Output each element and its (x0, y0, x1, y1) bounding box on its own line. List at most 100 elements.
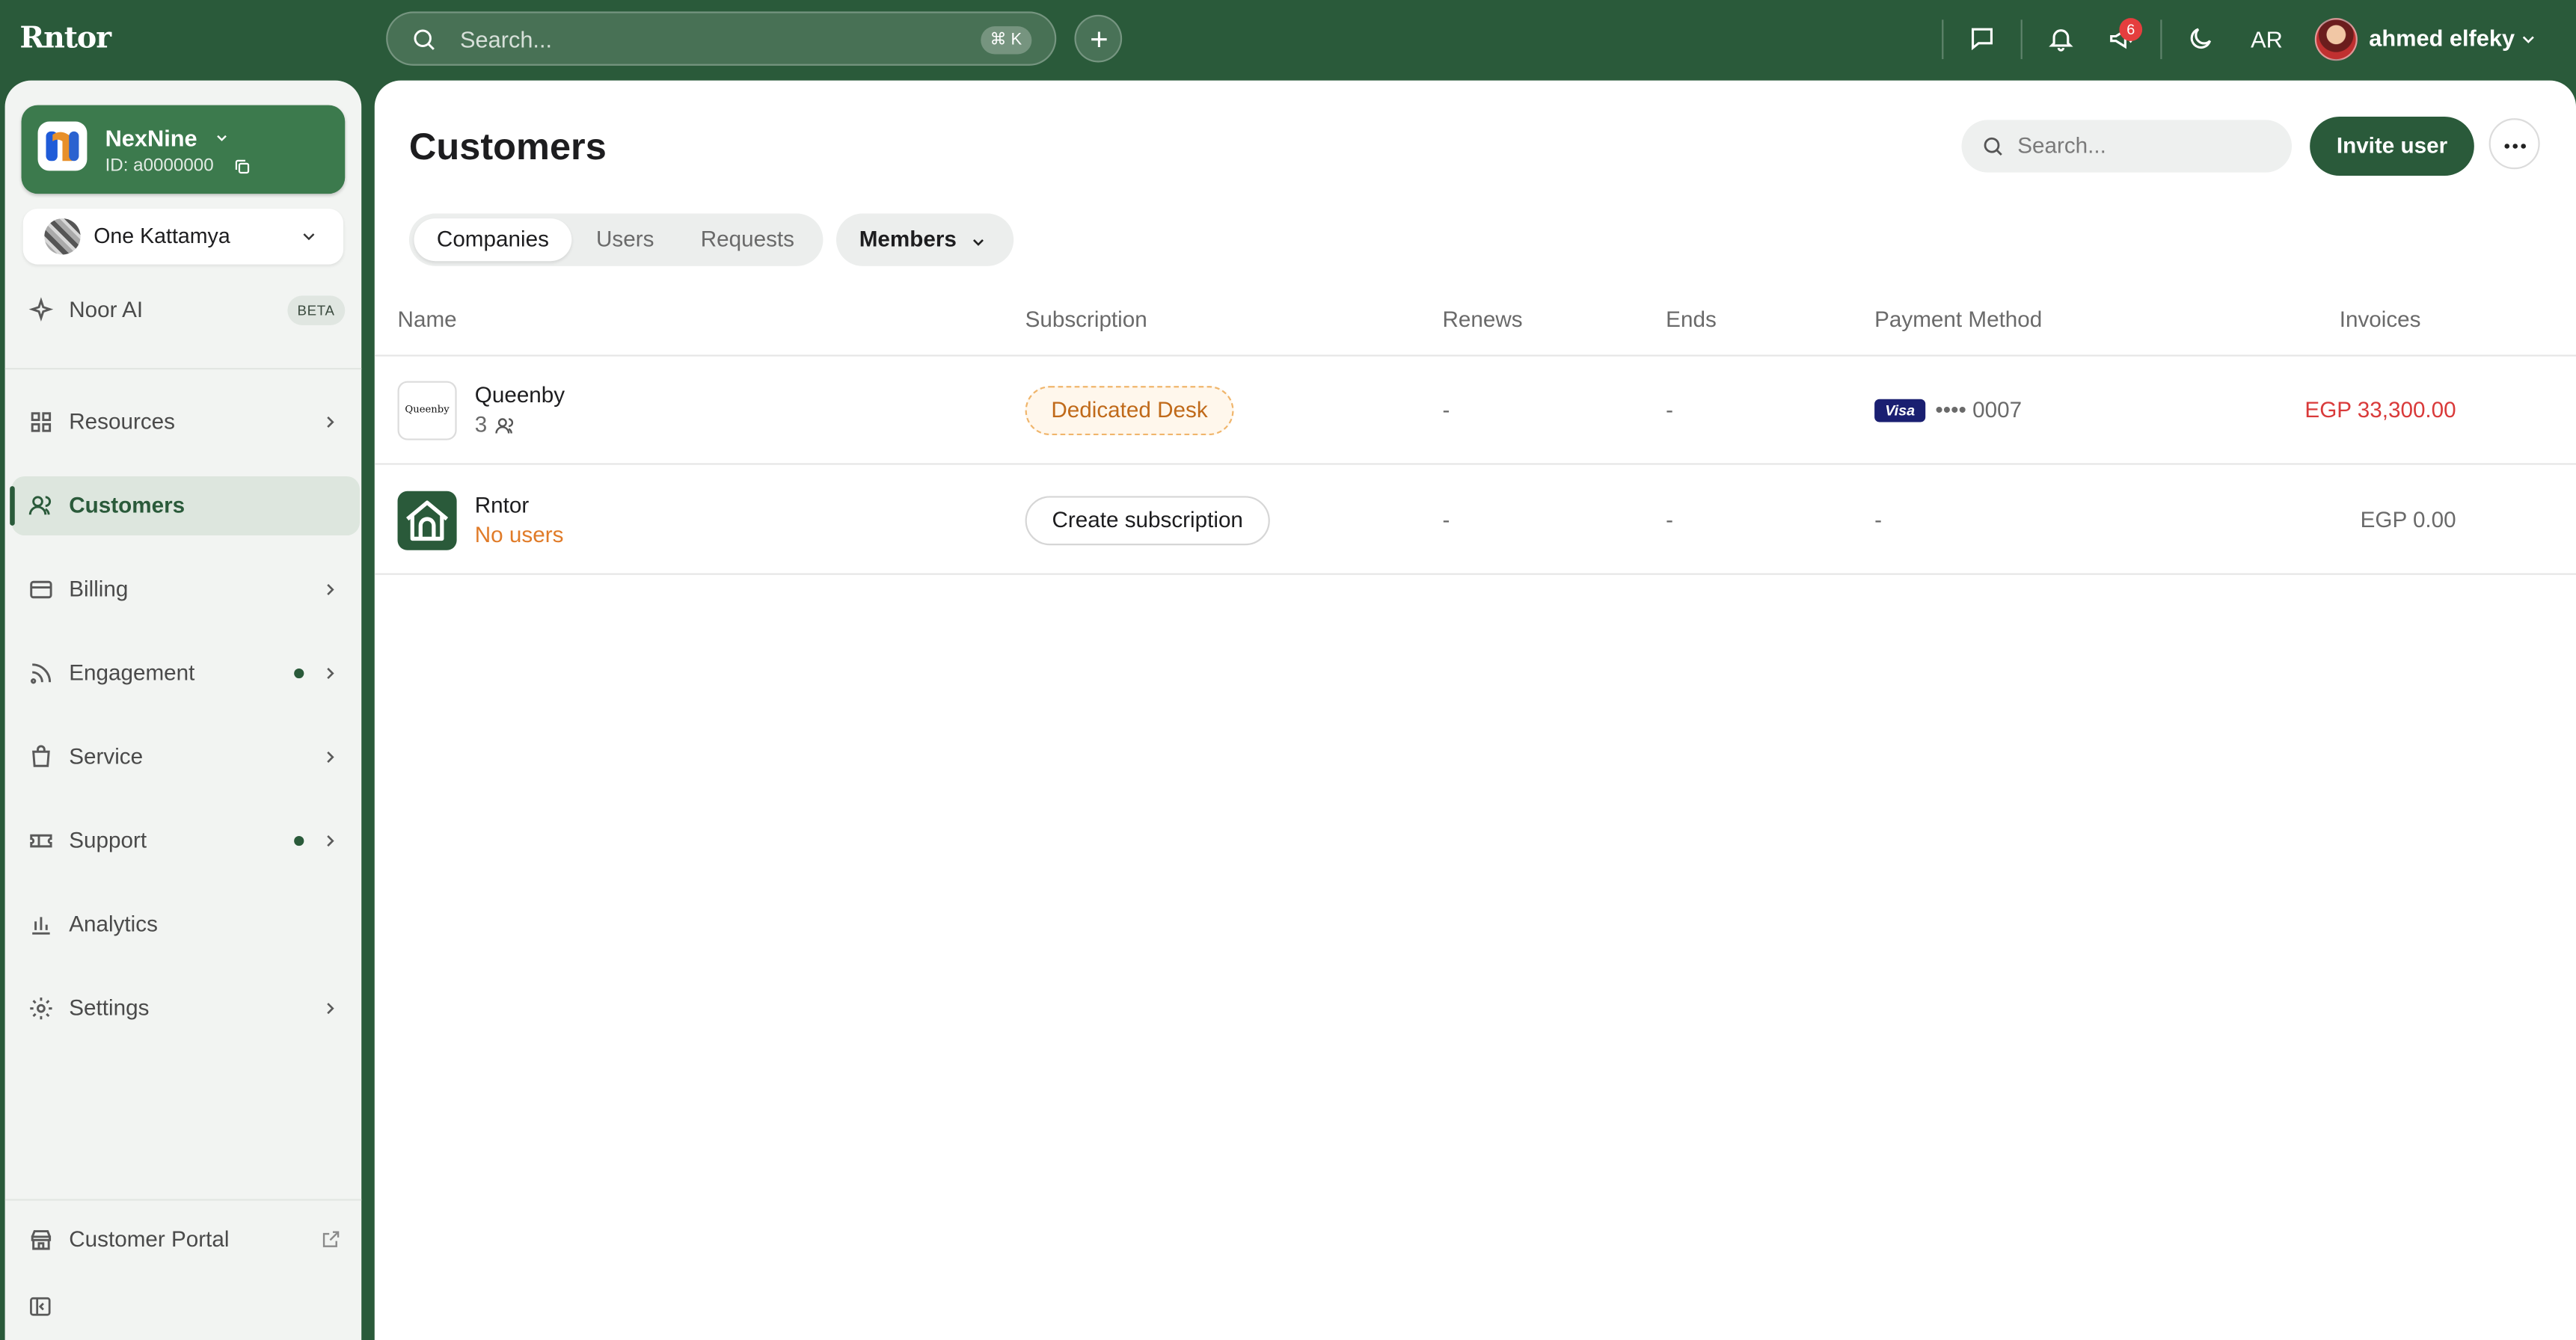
org-logo (37, 121, 88, 171)
org-name: NexNine (105, 124, 197, 152)
members-dropdown[interactable]: Members (835, 213, 1014, 266)
sidebar-item-label: Support (69, 828, 147, 852)
ends-value: - (1666, 507, 1674, 532)
sidebar-divider (4, 368, 362, 370)
chevron-down-icon[interactable] (2518, 30, 2538, 49)
company-name[interactable]: Queenby (475, 383, 565, 408)
language-switch[interactable]: AR (2251, 26, 2283, 52)
chevron-down-icon (303, 233, 315, 241)
sidebar-item-noor-ai[interactable]: Noor AI BETA (11, 281, 360, 340)
column-header-subscription[interactable]: Subscription (1025, 307, 1147, 332)
main-content: Customers Search... Invite user Companie… (374, 80, 2576, 1340)
topbar-divider (2020, 19, 2023, 60)
global-search-input[interactable]: Search... ⌘ K (386, 11, 1057, 66)
bell-icon[interactable] (2047, 25, 2075, 52)
sidebar-item-analytics[interactable]: Analytics (11, 895, 360, 954)
table-divider (374, 354, 2576, 357)
column-header-payment-method[interactable]: Payment Method (1874, 307, 2042, 332)
users-icon (495, 418, 514, 434)
sidebar-item-customer-portal[interactable]: Customer Portal (11, 1211, 360, 1270)
chat-icon[interactable] (1968, 25, 1996, 52)
sidebar-item-service[interactable]: Service (11, 728, 360, 787)
credit-card-icon (30, 580, 52, 599)
app-logo[interactable]: Rntor (19, 22, 111, 56)
sidebar-item-settings[interactable]: Settings (11, 979, 360, 1038)
users-icon (28, 496, 52, 515)
tab-requests[interactable]: Requests (678, 218, 817, 261)
location-avatar (44, 218, 81, 255)
page-title: Customers (408, 124, 607, 168)
company-logo: Queenby (397, 381, 457, 440)
card-number: •••• 0007 (1935, 397, 2023, 422)
tab-companies[interactable]: Companies (414, 218, 572, 262)
column-header-renews[interactable]: Renews (1442, 307, 1522, 332)
invoice-amount[interactable]: EGP 33,300.00 (2304, 398, 2456, 422)
chevron-down-icon (973, 239, 984, 246)
topbar-divider (2160, 19, 2162, 60)
sidebar-item-engagement[interactable]: Engagement (11, 644, 360, 703)
search-icon (414, 29, 435, 50)
invite-user-button[interactable]: Invite user (2310, 116, 2474, 176)
sidebar: NexNine ID: a0000000 One Kattamya Noor A… (4, 80, 362, 1340)
sparkle-icon (28, 297, 54, 322)
sidebar-item-customers[interactable]: Customers (10, 476, 361, 536)
copy-icon[interactable] (233, 158, 251, 176)
moon-icon[interactable] (2186, 25, 2214, 52)
notification-count-badge: 6 (2119, 18, 2143, 41)
sidebar-item-label: Noor AI (69, 297, 144, 322)
chevron-right-icon (327, 835, 334, 847)
sidebar-item-label: Service (69, 743, 144, 769)
ticket-icon (30, 834, 52, 848)
renews-value: - (1442, 507, 1450, 532)
global-search-placeholder: Search... (460, 26, 553, 53)
sidebar-item-label: Analytics (69, 912, 158, 936)
company-name[interactable]: Rntor (475, 493, 530, 517)
create-subscription-button[interactable]: Create subscription (1025, 496, 1270, 546)
sidebar-item-support[interactable]: Support (11, 811, 360, 870)
tab-users[interactable]: Users (578, 218, 672, 261)
renews-value: - (1442, 397, 1450, 422)
user-count: No users (474, 522, 564, 547)
sidebar-item-billing[interactable]: Billing (11, 560, 360, 619)
table-divider (374, 573, 2576, 575)
subscription-badge[interactable]: Dedicated Desk (1025, 386, 1234, 436)
customer-search-input[interactable]: Search... (1961, 120, 2293, 173)
column-header-name[interactable]: Name (398, 307, 457, 332)
bar-chart-icon (32, 917, 50, 935)
members-label: Members (859, 227, 957, 252)
app-root: Rntor Search... ⌘ K 6 AR ahmed elfeky Ne… (0, 0, 2576, 1340)
chevron-right-icon (327, 1003, 334, 1015)
sidebar-item-label: Settings (69, 995, 150, 1020)
org-id: ID: a0000000 (105, 156, 214, 176)
table-divider (374, 463, 2576, 465)
sidebar-item-resources[interactable]: Resources (11, 393, 360, 452)
chevron-right-icon (327, 752, 334, 763)
search-shortcut-badge: ⌘ K (980, 26, 1032, 55)
location-selector[interactable]: One Kattamya (22, 208, 344, 265)
top-bar: Rntor Search... ⌘ K 6 AR ahmed elfeky (0, 0, 2576, 81)
location-name: One Kattamya (93, 223, 230, 248)
user-name[interactable]: ahmed elfeky (2369, 25, 2515, 51)
sidebar-item-label: Customers (69, 492, 185, 517)
topbar-divider (1942, 19, 1944, 60)
chevron-right-icon (327, 416, 334, 428)
user-avatar[interactable] (2314, 18, 2358, 61)
plus-icon (1091, 31, 1107, 47)
status-dot (294, 668, 304, 679)
org-switcher[interactable]: NexNine ID: a0000000 (21, 105, 346, 194)
gear-icon (30, 997, 52, 1020)
column-header-ends[interactable]: Ends (1666, 307, 1717, 332)
create-button[interactable] (1074, 14, 1123, 63)
invoice-amount[interactable]: EGP 0.00 (2361, 508, 2456, 532)
view-tabs: Companies Users Requests (408, 213, 824, 266)
company-logo (397, 491, 457, 550)
more-horizontal-icon (2504, 144, 2527, 149)
sidebar-collapse-icon[interactable] (28, 1294, 52, 1319)
grid-icon (31, 412, 52, 432)
chevron-right-icon (327, 668, 334, 680)
chevron-down-icon (217, 135, 227, 141)
visa-card-icon: Visa (1874, 399, 1926, 422)
more-options-button[interactable] (2488, 118, 2540, 170)
column-header-invoices[interactable]: Invoices (2340, 307, 2421, 332)
chevron-right-icon (327, 583, 334, 596)
